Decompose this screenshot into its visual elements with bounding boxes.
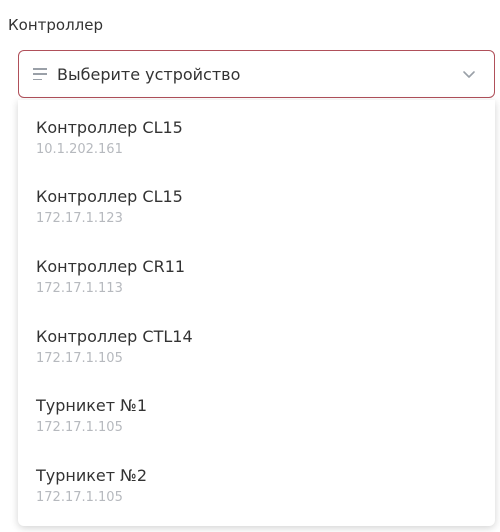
option-name: Контроллер CR11 — [36, 257, 186, 276]
option-name: Контроллер CL15 — [36, 187, 183, 206]
option-item[interactable]: Турникет №2 172.17.1.105 — [18, 448, 495, 516]
option-name: Турникет №2 — [36, 466, 147, 485]
option-ip: 172.17.1.105 — [36, 420, 123, 435]
option-name: Контроллер CL15 — [36, 118, 183, 137]
option-ip: 172.17.1.105 — [36, 351, 123, 366]
option-ip: 172.17.1.105 — [36, 490, 123, 505]
option-item[interactable]: Контроллер CTL14 172.17.1.105 — [18, 309, 495, 377]
option-name: Контроллер CTL14 — [36, 327, 193, 346]
option-item[interactable]: Турникет №1 172.17.1.105 — [18, 378, 495, 446]
chevron-down-icon[interactable] — [460, 65, 478, 83]
lines-icon — [33, 68, 47, 80]
option-item[interactable]: Контроллер CR11 172.17.1.113 — [18, 239, 495, 307]
device-select[interactable]: Выберите устройство — [18, 50, 495, 98]
option-ip: 172.17.1.123 — [36, 211, 123, 226]
option-item[interactable]: Контроллер CL15 10.1.202.161 — [18, 100, 495, 168]
field-label: Контроллер — [8, 16, 103, 34]
option-name: Турникет №1 — [36, 396, 147, 415]
option-ip: 172.17.1.113 — [36, 281, 123, 296]
option-item[interactable]: Контроллер CL15 172.17.1.123 — [18, 169, 495, 237]
dropdown-list: Контроллер CL15 10.1.202.161 Контроллер … — [18, 100, 495, 526]
option-ip: 10.1.202.161 — [36, 142, 123, 157]
select-placeholder: Выберите устройство — [57, 64, 241, 84]
